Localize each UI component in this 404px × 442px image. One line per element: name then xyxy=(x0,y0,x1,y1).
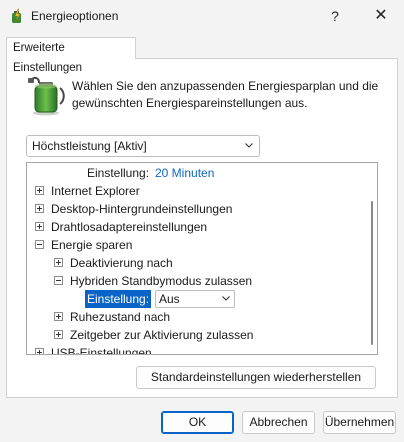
chevron-down-icon xyxy=(222,296,230,301)
tree-row-internet-explorer[interactable]: Internet Explorer xyxy=(27,182,365,200)
window-title: Energieoptionen xyxy=(31,9,119,23)
expand-plus-icon[interactable] xyxy=(35,204,44,213)
tree-row-wireless-adapter[interactable]: Drahtlosadaptereinstellungen xyxy=(27,218,365,236)
close-button[interactable]: ✕ xyxy=(368,4,394,28)
scrollbar-thumb[interactable] xyxy=(371,201,373,345)
tree-row-hibernate-after[interactable]: Ruhezustand nach xyxy=(27,308,365,326)
tree-item-label: Ruhezustand nach xyxy=(70,310,171,324)
power-plan-value: Höchstleistung [Aktiv] xyxy=(32,139,147,153)
title-bar: Energieoptionen ? ✕ xyxy=(0,0,404,32)
restore-defaults-button[interactable]: Standardeinstellungen wiederherstellen xyxy=(136,366,376,389)
tree-item-label: USB-Einstellungen xyxy=(51,346,152,355)
help-button[interactable]: ? xyxy=(322,4,348,28)
collapse-minus-icon[interactable] xyxy=(54,276,63,285)
tree-row-usb-settings[interactable]: USB-Einstellungen xyxy=(27,344,365,355)
power-options-icon xyxy=(12,8,21,23)
description-text: Wählen Sie den anzupassenden Energiespar… xyxy=(72,79,379,110)
hybrid-sleep-value-select[interactable]: Aus xyxy=(155,290,235,308)
tree-item-label: Internet Explorer xyxy=(51,184,140,198)
expand-plus-icon[interactable] xyxy=(54,330,63,339)
tree-row-hybrid-sleep-setting[interactable]: Einstellung: Aus xyxy=(27,290,365,308)
expand-plus-icon[interactable] xyxy=(35,222,44,231)
tree-row-wake-timers[interactable]: Zeitgeber zur Aktivierung zulassen xyxy=(27,326,365,344)
setting-value-link[interactable]: 20 Minuten xyxy=(155,164,214,182)
power-plan-select[interactable]: Höchstleistung [Aktiv] xyxy=(26,135,260,157)
tree-row-hybrid-sleep[interactable]: Hybriden Standbymodus zulassen xyxy=(27,272,365,290)
power-options-window: Energieoptionen ? ✕ Erweiterte Einstellu… xyxy=(0,0,404,442)
tree-row-sleep[interactable]: Energie sparen xyxy=(27,236,365,254)
apply-button[interactable]: Übernehmen xyxy=(323,411,396,434)
ok-button[interactable]: OK xyxy=(161,411,234,434)
tree-item-label: Deaktivierung nach xyxy=(70,256,173,270)
battery-power-icon xyxy=(28,76,65,116)
tree-item-label: Desktop-Hintergrundeinstellungen xyxy=(51,202,233,216)
setting-label-selected: Einstellung: xyxy=(85,290,152,308)
tree-row-setting-value[interactable]: Einstellung: 20 Minuten xyxy=(27,164,365,182)
tree-row-desktop-background[interactable]: Desktop-Hintergrundeinstellungen xyxy=(27,200,365,218)
tree-scrollbar[interactable] xyxy=(366,163,377,354)
settings-tree[interactable]: Einstellung: 20 Minuten Internet Explore… xyxy=(26,162,378,355)
tree-item-label: Hybriden Standbymodus zulassen xyxy=(70,274,253,288)
expand-plus-icon[interactable] xyxy=(54,312,63,321)
setting-label: Einstellung: xyxy=(87,166,150,180)
expand-plus-icon[interactable] xyxy=(35,348,44,354)
tab-advanced-settings[interactable]: Erweiterte Einstellungen xyxy=(6,37,136,74)
expand-plus-icon[interactable] xyxy=(54,258,63,267)
hybrid-sleep-value: Aus xyxy=(159,292,180,306)
expand-plus-icon[interactable] xyxy=(35,186,44,195)
tree-item-label: Zeitgeber zur Aktivierung zulassen xyxy=(70,328,254,342)
cancel-button[interactable]: Abbrechen xyxy=(242,411,315,434)
tree-item-label: Energie sparen xyxy=(51,238,133,252)
tree-row-sleep-after[interactable]: Deaktivierung nach xyxy=(27,254,365,272)
chevron-down-icon xyxy=(245,143,253,148)
collapse-minus-icon[interactable] xyxy=(35,240,44,249)
tree-item-label: Drahtlosadaptereinstellungen xyxy=(51,220,208,234)
